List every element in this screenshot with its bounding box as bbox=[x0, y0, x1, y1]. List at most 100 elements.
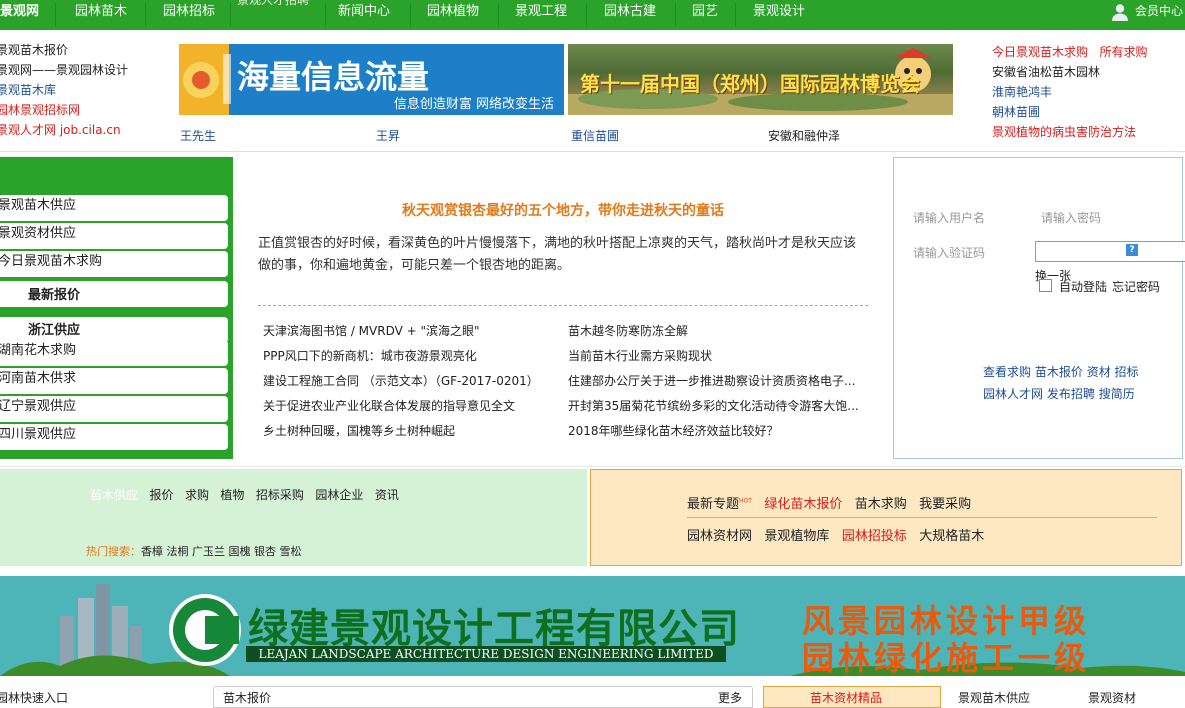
news-link[interactable]: 住建部办公厅关于进一步推进勘察设计资质资格电子... bbox=[568, 372, 855, 389]
search-tab[interactable]: 报价 bbox=[149, 488, 173, 502]
auto-login-checkbox[interactable] bbox=[1039, 279, 1052, 292]
topic-link[interactable]: 苗木求购 bbox=[855, 497, 907, 512]
nav-item-ancient[interactable]: 园林古建 bbox=[604, 0, 656, 30]
hot-keyword[interactable]: 国槐 bbox=[229, 545, 251, 558]
banner1-subtitle: 信息创造财富 网络改变生活 bbox=[393, 97, 554, 112]
left-link[interactable]: 景观苗木库 bbox=[0, 83, 56, 97]
left-link[interactable]: 景观苗木报价 bbox=[0, 43, 68, 57]
left-link[interactable]: 景观人才网 job.cila.cn bbox=[0, 123, 121, 137]
news-link[interactable]: 乡土树种回暖，国槐等乡土树种崛起 bbox=[263, 422, 455, 439]
category-item[interactable]: 河南苗木供求 bbox=[0, 368, 228, 394]
search-tab[interactable]: 招标采购 bbox=[256, 488, 304, 502]
nav-item-nursery[interactable]: 园林苗木 bbox=[75, 0, 127, 30]
login-link[interactable]: 园林人才网 bbox=[983, 387, 1043, 401]
top-nav: 景观网 园林苗木 园林招标 景观人才招聘 新闻中心 园林植物 景观工程 园林古建… bbox=[0, 0, 1185, 30]
news-link[interactable]: 2018年哪些绿化苗木经济效益比较好？ bbox=[568, 422, 779, 439]
search-tabs: 苗木供应 报价 求购 植物 招标采购 园林企业 资讯 bbox=[90, 486, 399, 503]
search-tab[interactable]: 资讯 bbox=[375, 488, 399, 502]
all-purchase-link[interactable]: 所有求购 bbox=[1099, 45, 1147, 59]
news-link[interactable]: 建设工程施工合同 （示范文本）（GF-2017-0201） bbox=[263, 372, 539, 389]
left-link[interactable]: 景观网——景观园林设计 bbox=[0, 63, 128, 77]
banner-expo[interactable]: 第十一届中国（郑州）国际园林博览会 bbox=[568, 44, 953, 115]
member-center-link[interactable]: 会员中心 bbox=[1111, 0, 1183, 24]
hot-keyword[interactable]: 雪松 bbox=[280, 545, 302, 558]
forgot-password-link[interactable]: 忘记密码 bbox=[1112, 278, 1160, 295]
topic-link[interactable]: 景观植物库 bbox=[764, 529, 829, 544]
nav-divider bbox=[145, 3, 146, 27]
nav-divider bbox=[325, 3, 326, 27]
hot-keyword[interactable]: 法桐 bbox=[167, 545, 189, 558]
latest-price-title[interactable]: 最新报价 bbox=[0, 281, 228, 307]
bottom-tab[interactable]: 景观资材 bbox=[1088, 689, 1136, 706]
nav-item-design[interactable]: 景观设计 bbox=[753, 0, 805, 30]
category-item[interactable]: 湖南花木求购 bbox=[0, 340, 228, 366]
nav-item-plants[interactable]: 园林植物 bbox=[427, 0, 479, 30]
right-purchase-links: 今日景观苗木求购 所有求购 安徽省油松苗木园林 淮南艳鸿丰 朝林苗圃 景观植物的… bbox=[992, 42, 1182, 142]
password-field[interactable]: 请输入密码 bbox=[1041, 209, 1101, 226]
search-tab[interactable]: 植物 bbox=[220, 488, 244, 502]
topic-link[interactable]: 绿化苗木报价 bbox=[764, 497, 842, 512]
captcha-image-icon[interactable]: ? bbox=[1126, 244, 1138, 256]
topic-link[interactable]: 园林招投标 bbox=[842, 529, 907, 544]
member-center-label: 会员中心 bbox=[1134, 4, 1183, 18]
category-item[interactable]: 四川景观供应 bbox=[0, 424, 228, 450]
nav-item-engineering[interactable]: 景观工程 bbox=[515, 0, 567, 30]
search-tab-active[interactable]: 苗木供应 bbox=[90, 488, 138, 502]
news-link[interactable]: 当前苗木行业需方采购现状 bbox=[568, 347, 712, 364]
news-link[interactable]: 苗木越冬防寒防冻全解 bbox=[568, 322, 688, 339]
nav-divider bbox=[675, 3, 676, 27]
login-link[interactable]: 发布招聘 bbox=[1047, 387, 1095, 401]
headline-summary: 正值赏银杏的好时候，看深黄色的叶片慢慢落下，满地的秋叶搭配上凉爽的天气，踏秋尚叶… bbox=[258, 236, 857, 273]
banner-caption[interactable]: 安徽和融仲泽 bbox=[768, 127, 840, 144]
category-item[interactable]: 今日景观苗木求购 bbox=[0, 251, 228, 277]
category-panel: 景观苗木供应 景观资材供应 今日景观苗木求购 最新报价 浙江供应 湖南花木求购 … bbox=[0, 157, 233, 459]
login-link[interactable]: 资材 bbox=[1087, 365, 1111, 379]
login-link[interactable]: 招标 bbox=[1115, 365, 1139, 379]
left-link[interactable]: 园林景观招标网 bbox=[0, 103, 80, 117]
captcha-input[interactable] bbox=[1035, 241, 1185, 262]
news-link[interactable]: 关于促进农业产业化联合体发展的指导意见全文 bbox=[263, 397, 515, 414]
topics-label: 最新专题 bbox=[687, 497, 740, 512]
category-item[interactable]: 景观资材供应 bbox=[0, 223, 228, 249]
nav-divider bbox=[55, 3, 56, 27]
nav-item-news[interactable]: 新闻中心 bbox=[338, 0, 390, 30]
auto-login-label: 自动登陆 bbox=[1059, 280, 1108, 294]
hot-keyword[interactable]: 银杏 bbox=[254, 545, 276, 558]
topic-link[interactable]: 园林资材网 bbox=[687, 529, 752, 544]
news-link[interactable]: 天津滨海图书馆 / MVRDV + "滨海之眼" bbox=[263, 322, 480, 339]
right-link[interactable]: 景观植物的病虫害防治方法 bbox=[992, 125, 1136, 139]
login-links-row2: 园林人才网 发布招聘 搜简历 bbox=[983, 385, 1135, 402]
hot-keyword[interactable]: 广玉兰 bbox=[192, 545, 225, 558]
topics-row2: 园林资材网 景观植物库 园林招投标 大规格苗木 bbox=[687, 525, 984, 544]
bottom-tab[interactable]: 景观苗木供应 bbox=[958, 689, 1030, 706]
category-item[interactable]: 辽宁景观供应 bbox=[0, 396, 228, 422]
search-tab[interactable]: 求购 bbox=[185, 488, 209, 502]
news-link[interactable]: PPP风口下的新商机：城市夜游景观亮化 bbox=[263, 347, 477, 364]
hot-search-label: 热门搜索： bbox=[86, 545, 141, 558]
more-link[interactable]: 更多 bbox=[718, 689, 742, 706]
category-item[interactable]: 景观苗木供应 bbox=[0, 195, 228, 221]
login-link[interactable]: 查看求购 bbox=[983, 365, 1031, 379]
news-link[interactable]: 开封第35届菊花节缤纷多彩的文化活动待令游客大饱... bbox=[568, 397, 859, 414]
hot-keyword[interactable]: 香樟 bbox=[141, 545, 163, 558]
topics-row1: 最新专题HOT 绿化苗木报价 苗木求购 我要采购 bbox=[687, 493, 971, 512]
login-link[interactable]: 搜简历 bbox=[1099, 387, 1135, 401]
banner-caption[interactable]: 王昇 bbox=[376, 127, 400, 144]
topic-link[interactable]: 大规格苗木 bbox=[919, 529, 984, 544]
nav-item-bidding[interactable]: 园林招标 bbox=[163, 0, 215, 30]
right-link[interactable]: 淮南艳鸿丰 bbox=[992, 85, 1052, 99]
headline-link[interactable]: 秋天观赏银杏最好的五个地方，带你走进秋天的童话 bbox=[258, 200, 868, 220]
nav-item-talent[interactable]: 景观人才招聘 bbox=[237, 0, 309, 22]
username-field[interactable]: 请输入用户名 bbox=[913, 209, 985, 226]
banner-caption[interactable]: 王先生 bbox=[180, 127, 216, 144]
banner-traffic[interactable]: 海量信息流量 信息创造财富 网络改变生活 bbox=[179, 44, 564, 115]
nav-item-horticulture[interactable]: 园艺 bbox=[692, 0, 718, 30]
nav-item-home[interactable]: 景观网 bbox=[0, 0, 39, 30]
today-purchase-link[interactable]: 今日景观苗木求购 bbox=[992, 45, 1088, 59]
login-link[interactable]: 苗木报价 bbox=[1035, 365, 1083, 379]
search-tab[interactable]: 园林企业 bbox=[315, 488, 363, 502]
topic-link[interactable]: 我要采购 bbox=[919, 497, 971, 512]
banner-caption[interactable]: 重信苗圃 bbox=[571, 127, 619, 144]
right-link[interactable]: 安徽省油松苗木园林 bbox=[992, 65, 1100, 79]
right-link[interactable]: 朝林苗圃 bbox=[992, 105, 1040, 119]
